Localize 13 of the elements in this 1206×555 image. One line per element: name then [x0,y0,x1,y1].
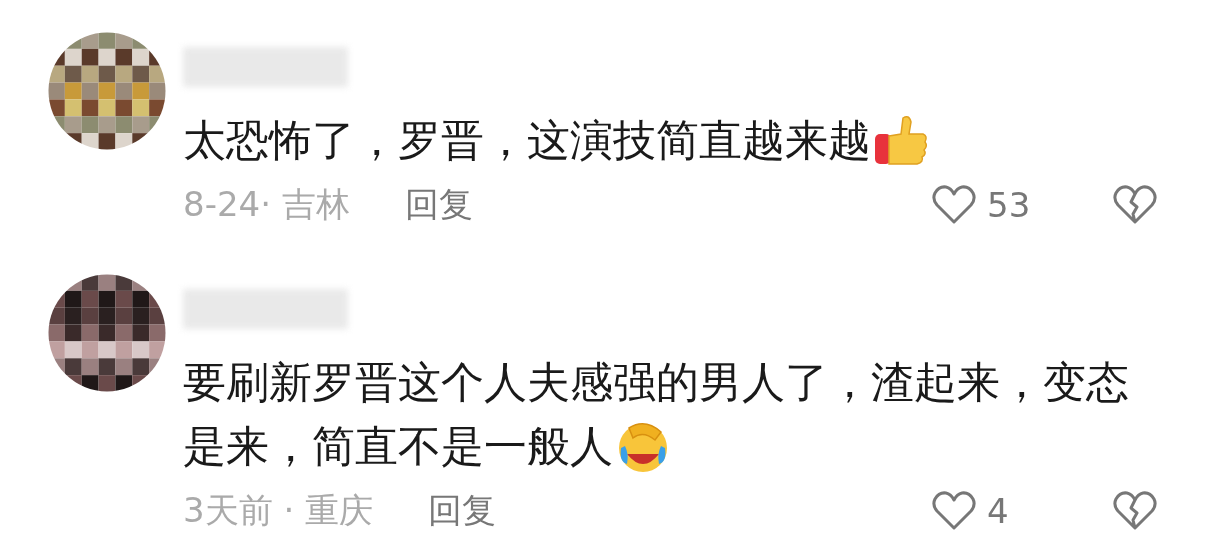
like-count: 53 [987,185,1032,225]
heart-icon[interactable] [931,184,977,226]
date-location: 8-24· 吉林 [183,183,350,226]
heart-icon[interactable] [931,490,977,532]
like-count: 4 [987,491,1010,531]
comment-text: 太恐怖了，罗晋，这演技简直越来越 [183,114,871,167]
comment-text: 是来，简直不是一般人 [183,420,613,473]
reply-link[interactable]: 回复 [404,182,473,228]
comment-text: 要刷新罗晋这个人夫感强的男人了，渣起来，变态 [183,356,1129,409]
broken-heart-icon[interactable] [1112,184,1158,226]
broken-heart-icon[interactable] [1112,490,1158,532]
date-location: 3天前 · 重庆 [183,489,374,532]
reply-link[interactable]: 回复 [428,488,497,534]
